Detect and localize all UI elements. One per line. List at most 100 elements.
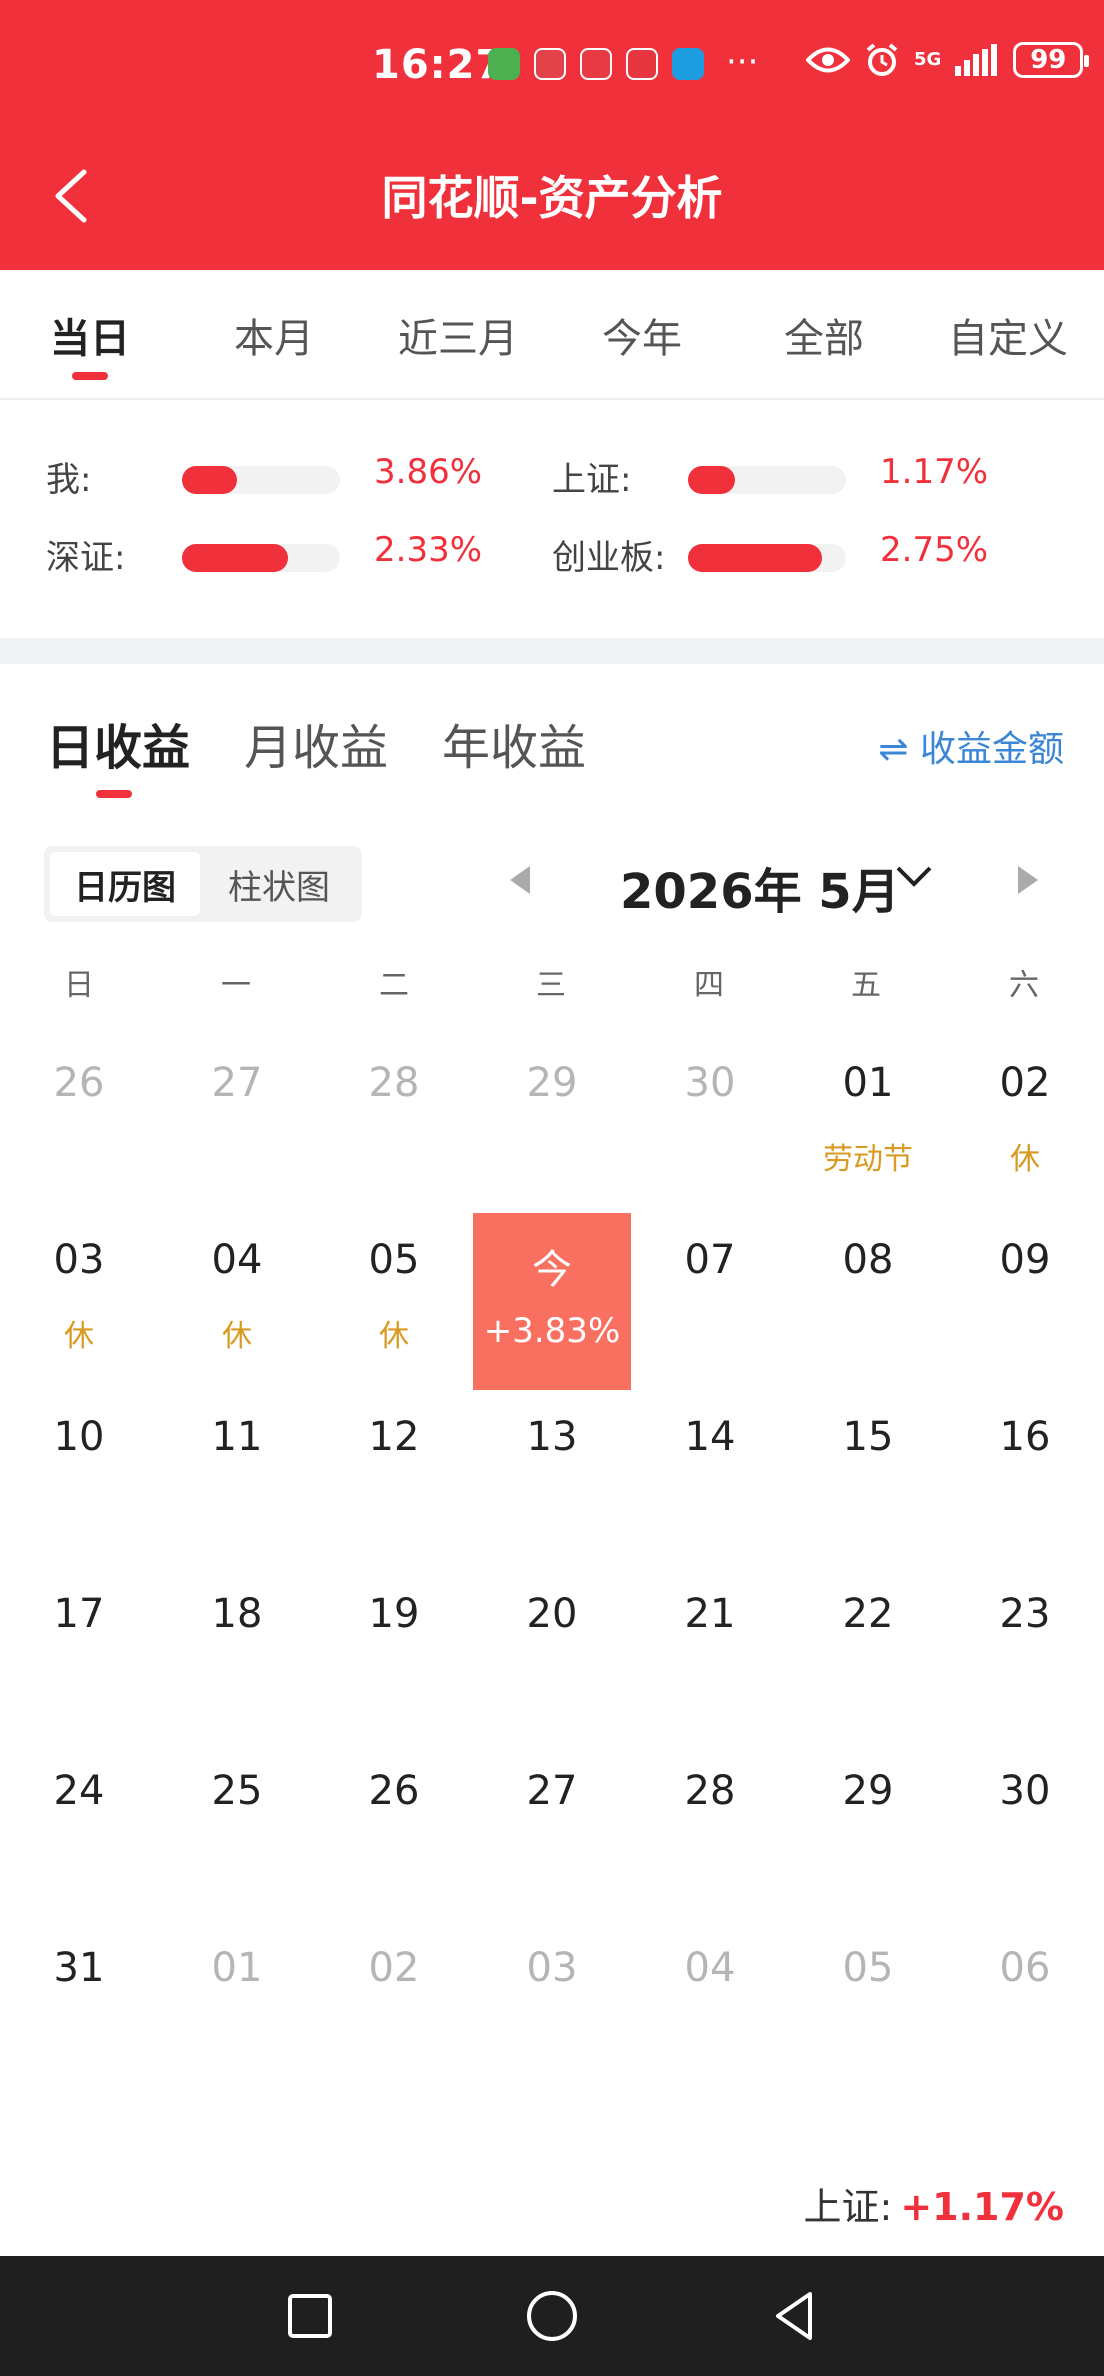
calendar-day[interactable]: 24 [0, 1744, 158, 1921]
calendar-day[interactable]: 04 休 [158, 1213, 316, 1390]
calendar-day[interactable]: 29 [789, 1744, 947, 1921]
calendar-day[interactable]: 01 [158, 1921, 316, 2098]
tab-this-month[interactable]: 本月 [194, 306, 354, 364]
calendar-day[interactable]: 18 [158, 1567, 316, 1744]
calendar-view-button[interactable]: 日历图 [50, 852, 200, 916]
calendar-day[interactable]: 28 [631, 1744, 789, 1921]
calendar-day[interactable]: 03 休 [0, 1213, 158, 1390]
tab-daily-profit[interactable]: 日收益 [46, 708, 190, 778]
tab-three-months[interactable]: 近三月 [378, 306, 538, 364]
compare-value: 1.17% [880, 452, 989, 492]
app-zhang-icon [626, 48, 658, 80]
calendar-day[interactable]: 09 [946, 1213, 1104, 1390]
compare-row-chinext: 创业板: 2.75% [552, 524, 1052, 580]
tab-today[interactable]: 当日 [10, 306, 170, 364]
bar-chart-view-button[interactable]: 柱状图 [204, 852, 354, 916]
status-bar: 16:27 ··· 5G 99 [0, 42, 1104, 92]
prev-month-icon[interactable] [510, 866, 530, 894]
app-header: 16:27 ··· 5G 99 同花顺-资产分析 [0, 0, 1104, 270]
day-number: 18 [211, 1591, 263, 1637]
calendar-day[interactable]: 05 休 [315, 1213, 473, 1390]
calendar-day[interactable]: 07 [631, 1213, 789, 1390]
home-circle-icon[interactable] [520, 2284, 584, 2348]
calendar-day[interactable]: 19 [315, 1567, 473, 1744]
day-number: 20 [526, 1591, 578, 1637]
calendar-day[interactable]: 31 [0, 1921, 158, 2098]
calendar-day[interactable]: 03 [473, 1921, 631, 2098]
calendar-day[interactable]: 02 [315, 1921, 473, 2098]
compare-bar-track [688, 466, 846, 494]
alarm-icon [866, 43, 898, 76]
day-number: 25 [211, 1768, 263, 1814]
day-number: 15 [842, 1414, 894, 1460]
calendar-day[interactable]: 30 [631, 1036, 789, 1213]
calendar-day[interactable]: 08 [789, 1213, 947, 1390]
calendar-day[interactable]: 16 [946, 1390, 1104, 1567]
calendar-day[interactable]: 27 [473, 1744, 631, 1921]
tab-monthly-profit[interactable]: 月收益 [244, 708, 388, 778]
compare-bar-fill [182, 466, 238, 494]
calendar-day[interactable]: 25 [158, 1744, 316, 1921]
day-profit: +3.83% [483, 1311, 621, 1351]
calendar-day[interactable]: 10 [0, 1390, 158, 1567]
app-blue-icon [672, 48, 704, 80]
tab-all[interactable]: 全部 [744, 306, 904, 364]
footer-index-value: +1.17% [900, 2185, 1064, 2229]
tab-custom[interactable]: 自定义 [928, 306, 1088, 364]
calendar-day[interactable]: 29 [473, 1036, 631, 1213]
day-number: 17 [53, 1591, 105, 1637]
day-number: 16 [999, 1414, 1051, 1460]
network-label: 5G [914, 49, 942, 70]
day-number: 27 [211, 1060, 263, 1106]
calendar-day[interactable]: 01 劳动节 [789, 1036, 947, 1213]
recent-apps-square-icon[interactable] [278, 2284, 342, 2348]
day-number: 13 [526, 1414, 578, 1460]
day-number: 07 [684, 1237, 736, 1283]
calendar-day[interactable]: 22 [789, 1567, 947, 1744]
tab-yearly-profit[interactable]: 年收益 [442, 708, 586, 778]
day-number: 04 [684, 1945, 736, 1991]
profit-amount-toggle[interactable]: ⇌ 收益金额 [878, 720, 1064, 772]
calendar-day[interactable]: 06 [946, 1921, 1104, 2098]
signal-icon [955, 44, 998, 76]
calendar-day[interactable]: 26 [315, 1744, 473, 1921]
more-notifications-icon: ··· [726, 42, 759, 82]
app-red-icon [534, 48, 566, 80]
compare-bar-track [688, 544, 846, 572]
day-number: 28 [368, 1060, 420, 1106]
next-month-icon[interactable] [1018, 866, 1038, 894]
calendar-day[interactable]: 14 [631, 1390, 789, 1567]
calendar-day[interactable]: 04 [631, 1921, 789, 2098]
calendar-day[interactable]: 12 [315, 1390, 473, 1567]
chevron-down-icon[interactable] [894, 862, 934, 892]
back-triangle-icon[interactable] [762, 2284, 826, 2348]
month-label[interactable]: 2026年 5月 [620, 852, 900, 922]
day-holiday-tag: 休 [1010, 1142, 1040, 1177]
calendar-day[interactable]: 26 [0, 1036, 158, 1213]
calendar-day[interactable]: 27 [158, 1036, 316, 1213]
calendar-day[interactable]: 02 休 [946, 1036, 1104, 1213]
calendar-day[interactable]: 15 [789, 1390, 947, 1567]
compare-bar-fill [688, 466, 736, 494]
calendar-day[interactable]: 21 [631, 1567, 789, 1744]
status-app-icons [488, 48, 704, 80]
calendar-day[interactable]: 30 [946, 1744, 1104, 1921]
day-number: 01 [842, 1060, 894, 1106]
calendar-day[interactable]: 17 [0, 1567, 158, 1744]
calendar-day[interactable]: 05 [789, 1921, 947, 2098]
calendar-day[interactable]: 23 [946, 1567, 1104, 1744]
compare-value: 3.86% [374, 452, 483, 492]
calendar-day[interactable]: 20 [473, 1567, 631, 1744]
calendar-day[interactable]: 11 [158, 1390, 316, 1567]
day-number: 09 [999, 1237, 1051, 1283]
calendar-day-today[interactable]: 今 +3.83% [473, 1213, 631, 1390]
compare-row-shenzhen: 深证: 2.33% [46, 524, 546, 580]
footer-index: 上证: +1.17% [804, 2176, 1064, 2231]
calendar-day[interactable]: 28 [315, 1036, 473, 1213]
compare-bar-track [182, 544, 340, 572]
tab-this-year[interactable]: 今年 [562, 306, 722, 364]
day-number: 01 [211, 1945, 263, 1991]
day-number: 04 [211, 1237, 263, 1283]
status-time: 16:27 [372, 42, 505, 88]
calendar-day[interactable]: 13 [473, 1390, 631, 1567]
